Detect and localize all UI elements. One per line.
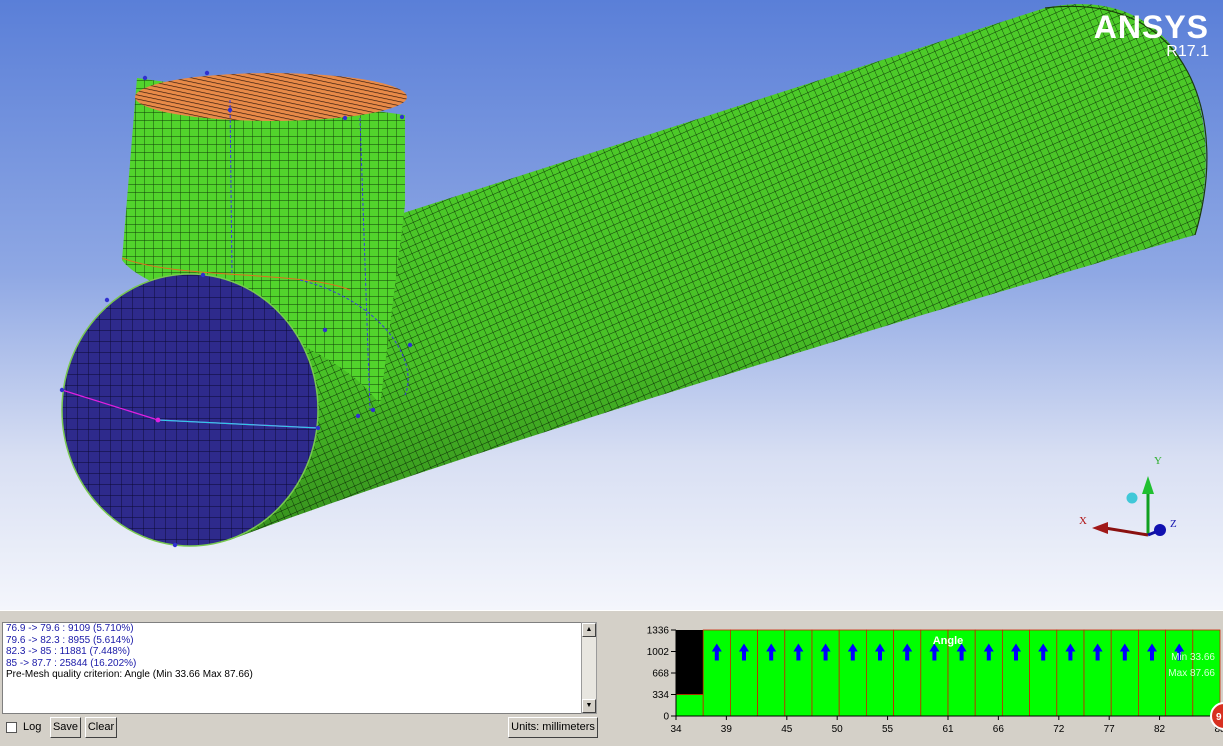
histogram-bar (784, 629, 813, 717)
message-line: 82.3 -> 85 : 11881 (7.448%) (6, 646, 131, 657)
scroll-down-button[interactable]: ▼ (582, 699, 596, 713)
log-label: Log (23, 721, 42, 733)
x-tick-label: 55 (882, 724, 894, 735)
inlet-face (61, 273, 319, 547)
triad-x-label: X (1079, 515, 1087, 527)
x-tick-label: 34 (670, 724, 682, 735)
histogram-bar (974, 629, 1003, 717)
scroll-up-button[interactable]: ▲ (582, 623, 596, 637)
histogram-bar (1138, 629, 1167, 717)
message-pane: 76.9 -> 79.6 : 9109 (5.710%) 79.6 -> 82.… (0, 620, 598, 746)
quality-histogram[interactable]: 1336100266833403439455055616672778288Ang… (600, 620, 1223, 746)
message-line: 85 -> 87.7 : 25844 (16.202%) (6, 657, 137, 669)
save-button[interactable]: Save (50, 717, 81, 738)
units-button[interactable]: Units: millimeters (508, 717, 598, 738)
branch-outlet-face (135, 73, 407, 121)
mesh-model (59, 4, 1208, 548)
graphics-viewport[interactable]: ANSYS R17.1 Y X Z (0, 0, 1223, 610)
histogram-bar (757, 629, 786, 717)
triad-y-label: Y (1154, 455, 1162, 467)
clear-button[interactable]: Clear (85, 717, 117, 738)
histogram-bar (1056, 629, 1085, 717)
brand-name: ANSYS (1093, 9, 1209, 45)
histogram-bar (838, 629, 867, 717)
histogram-max-label: Max 87.66 (1168, 668, 1215, 679)
message-log[interactable]: 76.9 -> 79.6 : 9109 (5.710%) 79.6 -> 82.… (2, 622, 582, 714)
brand-version: R17.1 (1166, 43, 1209, 60)
histogram-bar (893, 629, 922, 717)
histogram-bar (1083, 629, 1112, 717)
x-tick-label: 77 (1104, 724, 1116, 735)
message-scrollbar[interactable]: ▲ ▼ (581, 622, 597, 714)
x-tick-label: 50 (832, 724, 844, 735)
x-tick-label: 66 (993, 724, 1005, 735)
x-tick-label: 39 (721, 724, 733, 735)
ansys-logo: ANSYS R17.1 (1094, 10, 1209, 60)
histogram-title: Angle (933, 635, 964, 647)
histogram-bar (1001, 629, 1030, 717)
y-tick-label: 1002 (647, 647, 670, 658)
quality-histogram-pane: 1336100266833403439455055616672778288Ang… (600, 620, 1223, 746)
y-tick-label: 1336 (647, 626, 670, 637)
histogram-bar (729, 629, 758, 717)
histogram-bar (675, 694, 704, 717)
histogram-bar (1029, 629, 1058, 717)
message-line: Pre-Mesh quality criterion: Angle (Min 3… (6, 669, 253, 680)
log-checkbox[interactable] (6, 722, 17, 733)
histogram-bar (811, 629, 840, 717)
histogram-bar (702, 629, 731, 717)
x-tick-label: 61 (942, 724, 954, 735)
y-tick-label: 334 (652, 690, 669, 701)
message-line: 79.6 -> 82.3 : 8955 (5.614%) (6, 634, 134, 646)
x-tick-label: 45 (781, 724, 793, 735)
x-tick-label: 82 (1154, 724, 1166, 735)
message-line: 76.9 -> 79.6 : 9109 (5.710%) (6, 623, 134, 634)
x-tick-label: 72 (1053, 724, 1065, 735)
y-tick-label: 668 (652, 669, 669, 680)
histogram-min-label: Min 33.66 (1171, 652, 1215, 663)
histogram-bar (1110, 629, 1139, 717)
axis-triad (1092, 476, 1166, 537)
triad-z-label: Z (1170, 518, 1177, 530)
histogram-bar (865, 629, 894, 717)
y-tick-label: 0 (663, 712, 669, 723)
